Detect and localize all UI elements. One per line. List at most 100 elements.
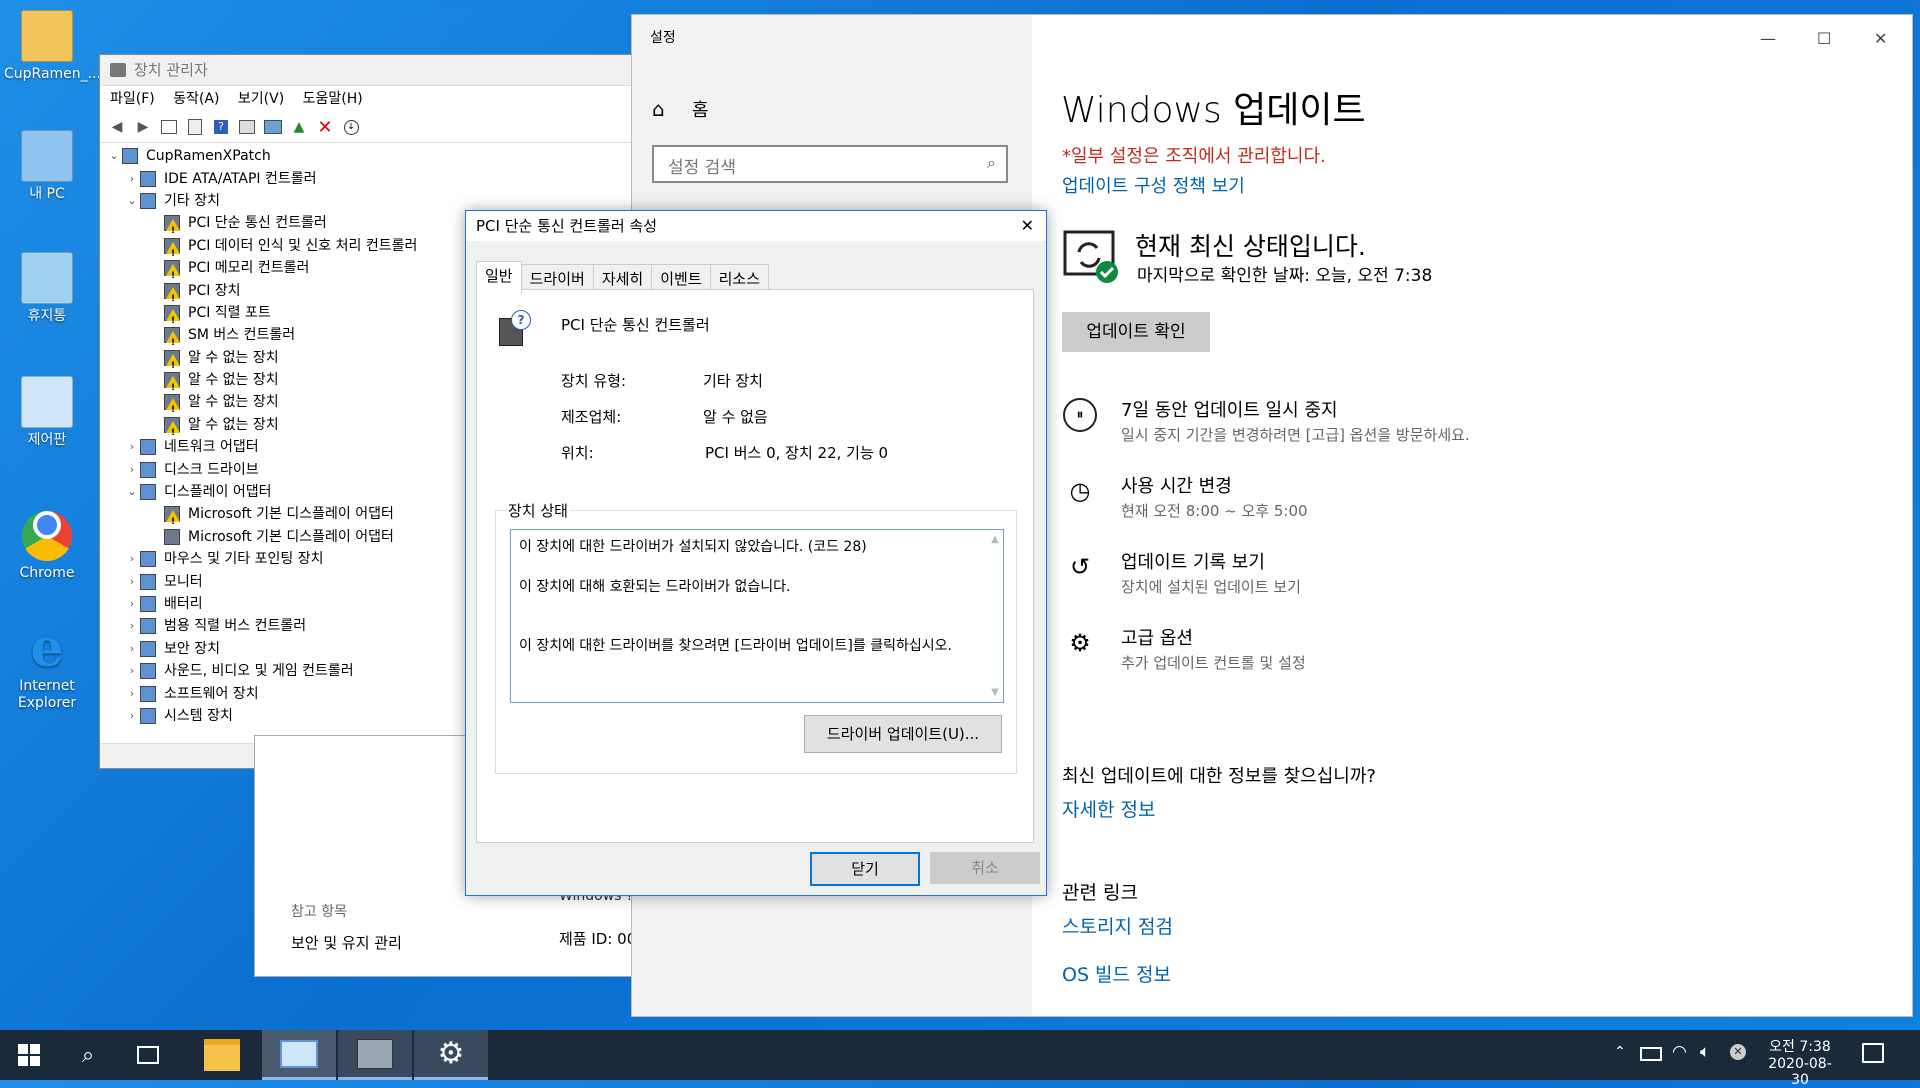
status-textarea[interactable]: 이 장치에 대한 드라이버가 설치되지 않았습니다. (코드 28) 이 장치에… [510, 529, 1004, 703]
file-explorer-icon[interactable] [185, 1030, 259, 1080]
show-hide-tree-icon[interactable] [158, 116, 180, 138]
menu-view[interactable]: 보기(V) [238, 91, 284, 107]
tree-item[interactable]: PCI 장치 [100, 279, 490, 310]
update-option[interactable]: 사용 시간 변경 현재 오전 8:00 ~ 오후 5:00 [1121, 472, 1308, 521]
security-maintenance-link[interactable]: 보안 및 유지 관리 [291, 932, 402, 953]
battery-icon[interactable] [1640, 1047, 1662, 1061]
expand-chevron-icon[interactable]: › [124, 436, 140, 458]
network-icon[interactable]: ◠ [1672, 1042, 1687, 1062]
maximize-icon[interactable]: ☐ [1817, 29, 1831, 48]
dialog-titlebar[interactable]: PCI 단순 통신 컨트롤러 속성 ✕ [466, 211, 1046, 241]
desktop-icon-recycle-bin[interactable]: 휴지통 [4, 252, 90, 325]
tree-item[interactable]: › 보안 장치 [100, 638, 490, 660]
tree-item[interactable]: Microsoft 기본 디스플레이 어댑터 [100, 503, 490, 533]
expand-chevron-icon[interactable]: › [124, 593, 140, 615]
desktop-icon-control-panel[interactable]: 제어판 [4, 376, 90, 449]
update-option-title[interactable]: 사용 시간 변경 [1121, 472, 1308, 498]
check-updates-button[interactable]: 업데이트 확인 [1062, 312, 1210, 352]
menu-action[interactable]: 동작(A) [173, 91, 219, 107]
tree-item[interactable]: 알 수 없는 장치 [100, 391, 490, 421]
search-icon[interactable]: ⌕ [58, 1030, 118, 1080]
desktop-icon-internet-explorer[interactable]: e Internet Explorer [4, 623, 90, 712]
minimize-icon[interactable]: — [1760, 29, 1776, 48]
menu-help[interactable]: 도움말(H) [303, 91, 363, 107]
forward-arrow-icon[interactable]: ▶ [132, 116, 154, 138]
update-option-title[interactable]: 고급 옵션 [1121, 624, 1306, 650]
tree-item[interactable]: › 배터리 [100, 593, 490, 615]
home-icon[interactable]: ⌂ [652, 97, 665, 121]
volume-icon[interactable]: 🔈︎ [1700, 1042, 1710, 1062]
desktop-icon-user-folder[interactable]: CupRamen_... [4, 10, 101, 83]
start-button[interactable] [0, 1030, 58, 1080]
view-icon[interactable] [236, 116, 258, 138]
tree-item[interactable]: › 사운드, 비디오 및 게임 컨트롤러 [100, 660, 490, 682]
desktop-icon-chrome[interactable]: Chrome [4, 500, 90, 582]
clock-date[interactable]: 2020-08-30 [1762, 1056, 1838, 1088]
tab-general[interactable]: 일반 [476, 261, 522, 294]
update-option[interactable]: 고급 옵션 추가 업데이트 컨트롤 및 설정 [1121, 624, 1306, 673]
tree-item[interactable]: › 디스크 드라이브 [100, 458, 490, 480]
expand-chevron-icon[interactable]: › [124, 638, 140, 660]
help-icon[interactable]: ? [210, 116, 232, 138]
show-hidden-icons-chevron-icon[interactable]: ⌃ [1614, 1044, 1626, 1060]
collapse-chevron-icon[interactable]: ⌄ [124, 481, 140, 503]
scan-hardware-icon[interactable] [262, 116, 284, 138]
update-driver-button[interactable]: 드라이버 업데이트(U)... [804, 715, 1002, 753]
tree-item[interactable]: SM 버스 컨트롤러 [100, 324, 490, 354]
back-arrow-icon[interactable]: ◀ [106, 116, 128, 138]
properties-icon[interactable] [184, 116, 206, 138]
update-option[interactable]: 7일 동안 업데이트 일시 중지 일시 중지 기간을 변경하려면 [고급] 옵션을… [1121, 396, 1470, 445]
task-view-icon[interactable] [118, 1030, 178, 1080]
tree-item[interactable]: › 모니터 [100, 570, 490, 592]
tree-item[interactable]: › IDE ATA/ATAPI 컨트롤러 [100, 167, 490, 189]
more-info-link[interactable]: 자세한 정보 [1062, 795, 1155, 822]
expand-chevron-icon[interactable]: › [124, 168, 140, 190]
tree-item[interactable]: › 소프트웨어 장치 [100, 682, 490, 704]
settings-taskbar-icon[interactable]: ⚙ [414, 1030, 488, 1080]
expand-chevron-icon[interactable]: › [124, 459, 140, 481]
download-icon[interactable]: ↓ [340, 116, 362, 138]
os-build-link[interactable]: OS 빌드 정보 [1062, 960, 1171, 987]
dialog-close-icon[interactable]: ✕ [1021, 211, 1034, 241]
settings-search-input[interactable]: 설정 검색 [668, 153, 736, 178]
desktop-icon-computer[interactable]: 내 PC [4, 130, 90, 203]
control-panel-taskbar-icon[interactable] [262, 1030, 336, 1080]
close-icon[interactable]: ✕ [1874, 29, 1887, 48]
storage-check-link[interactable]: 스토리지 점검 [1062, 912, 1173, 939]
textarea-scrollbar[interactable]: ▲ ▼ [987, 530, 1003, 702]
tree-item[interactable]: › 범용 직렬 버스 컨트롤러 [100, 615, 490, 637]
menu-file[interactable]: 파일(F) [110, 91, 155, 107]
tree-item[interactable]: › 시스템 장치 [100, 705, 490, 725]
collapse-chevron-icon[interactable]: ⌄ [124, 190, 140, 212]
tree-item[interactable]: ⌄ 디스플레이 어댑터 [100, 481, 490, 503]
uninstall-icon[interactable]: ✕ [314, 116, 336, 138]
clock-time[interactable]: 오전 7:38 [1768, 1036, 1832, 1056]
tree-item[interactable]: 알 수 없는 장치 [100, 414, 490, 444]
settings-search-box[interactable]: 설정 검색 ⌕ [652, 145, 1008, 183]
expand-chevron-icon[interactable]: › [124, 571, 140, 593]
tree-item[interactable]: PCI 메모리 컨트롤러 [100, 257, 490, 287]
tree-item[interactable]: › 네트워크 어댑터 [100, 436, 490, 458]
policy-link[interactable]: 업데이트 구성 정책 보기 [1062, 172, 1245, 198]
tree-item[interactable]: PCI 직렬 포트 [100, 302, 490, 332]
expand-chevron-icon[interactable]: › [124, 705, 140, 725]
tree-item[interactable]: 알 수 없는 장치 [100, 369, 490, 399]
collapse-chevron-icon[interactable]: ⌄ [106, 145, 122, 167]
cancel-button[interactable]: 취소 [930, 852, 1040, 884]
expand-chevron-icon[interactable]: › [124, 660, 140, 682]
tree-item[interactable]: Microsoft 기본 디스플레이 어댑터 [100, 526, 490, 548]
update-option-title[interactable]: 업데이트 기록 보기 [1121, 548, 1301, 574]
notification-icon[interactable] [1862, 1043, 1884, 1063]
home-link[interactable]: 홈 [692, 96, 709, 122]
tree-item[interactable]: PCI 단순 통신 컨트롤러 [100, 212, 490, 242]
update-driver-icon[interactable]: ▲ [288, 116, 310, 138]
tree-root[interactable]: ⌄ CupRamenXPatch [100, 145, 490, 167]
close-button[interactable]: 닫기 [810, 852, 920, 886]
expand-chevron-icon[interactable]: › [124, 683, 140, 705]
tree-item[interactable]: › 마우스 및 기타 포인팅 장치 [100, 548, 490, 570]
device-manager-taskbar-icon[interactable] [338, 1030, 412, 1080]
tree-item[interactable]: ⌄ 기타 장치 [100, 190, 490, 212]
tree-item[interactable]: PCI 데이터 인식 및 신호 처리 컨트롤러 [100, 235, 490, 265]
expand-chevron-icon[interactable]: › [124, 548, 140, 570]
tree-item[interactable]: 알 수 없는 장치 [100, 347, 490, 377]
